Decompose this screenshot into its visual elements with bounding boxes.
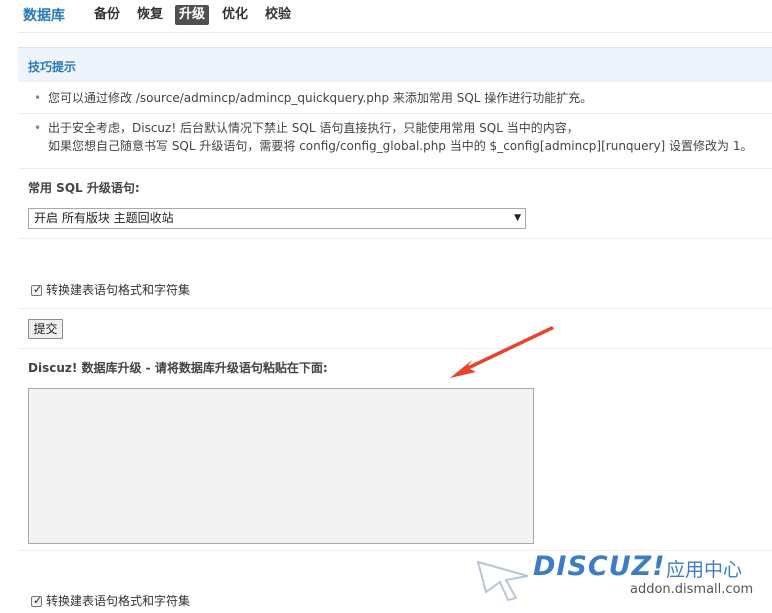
tip-divider [18, 168, 772, 169]
convert-charset-row: ✓ 转换建表语句格式和字符集 [31, 281, 190, 298]
upgrade-sql-textarea[interactable] [28, 388, 534, 544]
dropdown-arrow-icon: ▼ [514, 213, 521, 223]
bullet-icon: • [34, 121, 42, 135]
tab-optimize[interactable]: 优化 [218, 5, 252, 25]
tips-panel: 技巧提示 • 您可以通过修改 /source/admincp/admincp_q… [18, 47, 772, 170]
top-nav: 数据库 备份 恢复 升级 优化 校验 [0, 0, 772, 33]
check-icon: ✓ [33, 283, 43, 296]
submit-button[interactable]: 提交 [28, 319, 63, 339]
common-sql-select[interactable]: 开启 所有版块 主题回收站 ▼ [28, 208, 526, 229]
convert-charset-row-2: ✓ 转换建表语句格式和字符集 [31, 592, 190, 609]
common-sql-selected-value: 开启 所有版块 主题回收站 [34, 211, 174, 225]
row-divider [18, 238, 772, 239]
watermark-site: addon.dismall.com [630, 582, 754, 597]
row-divider [18, 308, 772, 309]
row-divider [18, 348, 772, 349]
convert-charset-label: 转换建表语句格式和字符集 [46, 283, 191, 297]
cursor-logo-icon [476, 560, 529, 602]
discuz-watermark: DISCUZ! 应用中心 addon.dismall.com [470, 548, 770, 608]
tip-text: 您可以通过修改 /source/admincp/admincp_quickque… [48, 91, 593, 105]
check-icon: ✓ [33, 594, 43, 607]
tab-backup[interactable]: 备份 [90, 5, 124, 25]
upgrade-label: Discuz! 数据库升级 - 请将数据库升级语句粘贴在下面: [28, 361, 328, 375]
common-sql-label: 常用 SQL 升级语句: [28, 181, 140, 195]
convert-charset-checkbox[interactable]: ✓ [31, 283, 43, 296]
annotation-arrow-icon [450, 326, 554, 378]
convert-charset-label-2: 转换建表语句格式和字符集 [46, 594, 191, 608]
tip-text: 如果您想自己随意书写 SQL 升级语句，需要将 config/config_gl… [48, 139, 753, 153]
tab-upgrade[interactable]: 升级 [175, 5, 210, 25]
tip-divider [18, 113, 772, 114]
nav-divider [18, 32, 772, 33]
tab-verify[interactable]: 校验 [261, 5, 295, 25]
tips-header: 技巧提示 [18, 47, 772, 82]
tip-text: 出于安全考虑，Discuz! 后台默认情况下禁止 SQL 语句直接执行，只能使用… [48, 121, 579, 135]
tab-restore[interactable]: 恢复 [133, 5, 167, 25]
watermark-brand: DISCUZ! [533, 551, 666, 582]
page-title: 数据库 [23, 8, 65, 24]
bullet-icon: • [34, 91, 42, 105]
tips-heading: 技巧提示 [28, 60, 77, 74]
watermark-cn: 应用中心 [666, 559, 743, 581]
convert-charset-checkbox-2[interactable]: ✓ [31, 594, 43, 607]
